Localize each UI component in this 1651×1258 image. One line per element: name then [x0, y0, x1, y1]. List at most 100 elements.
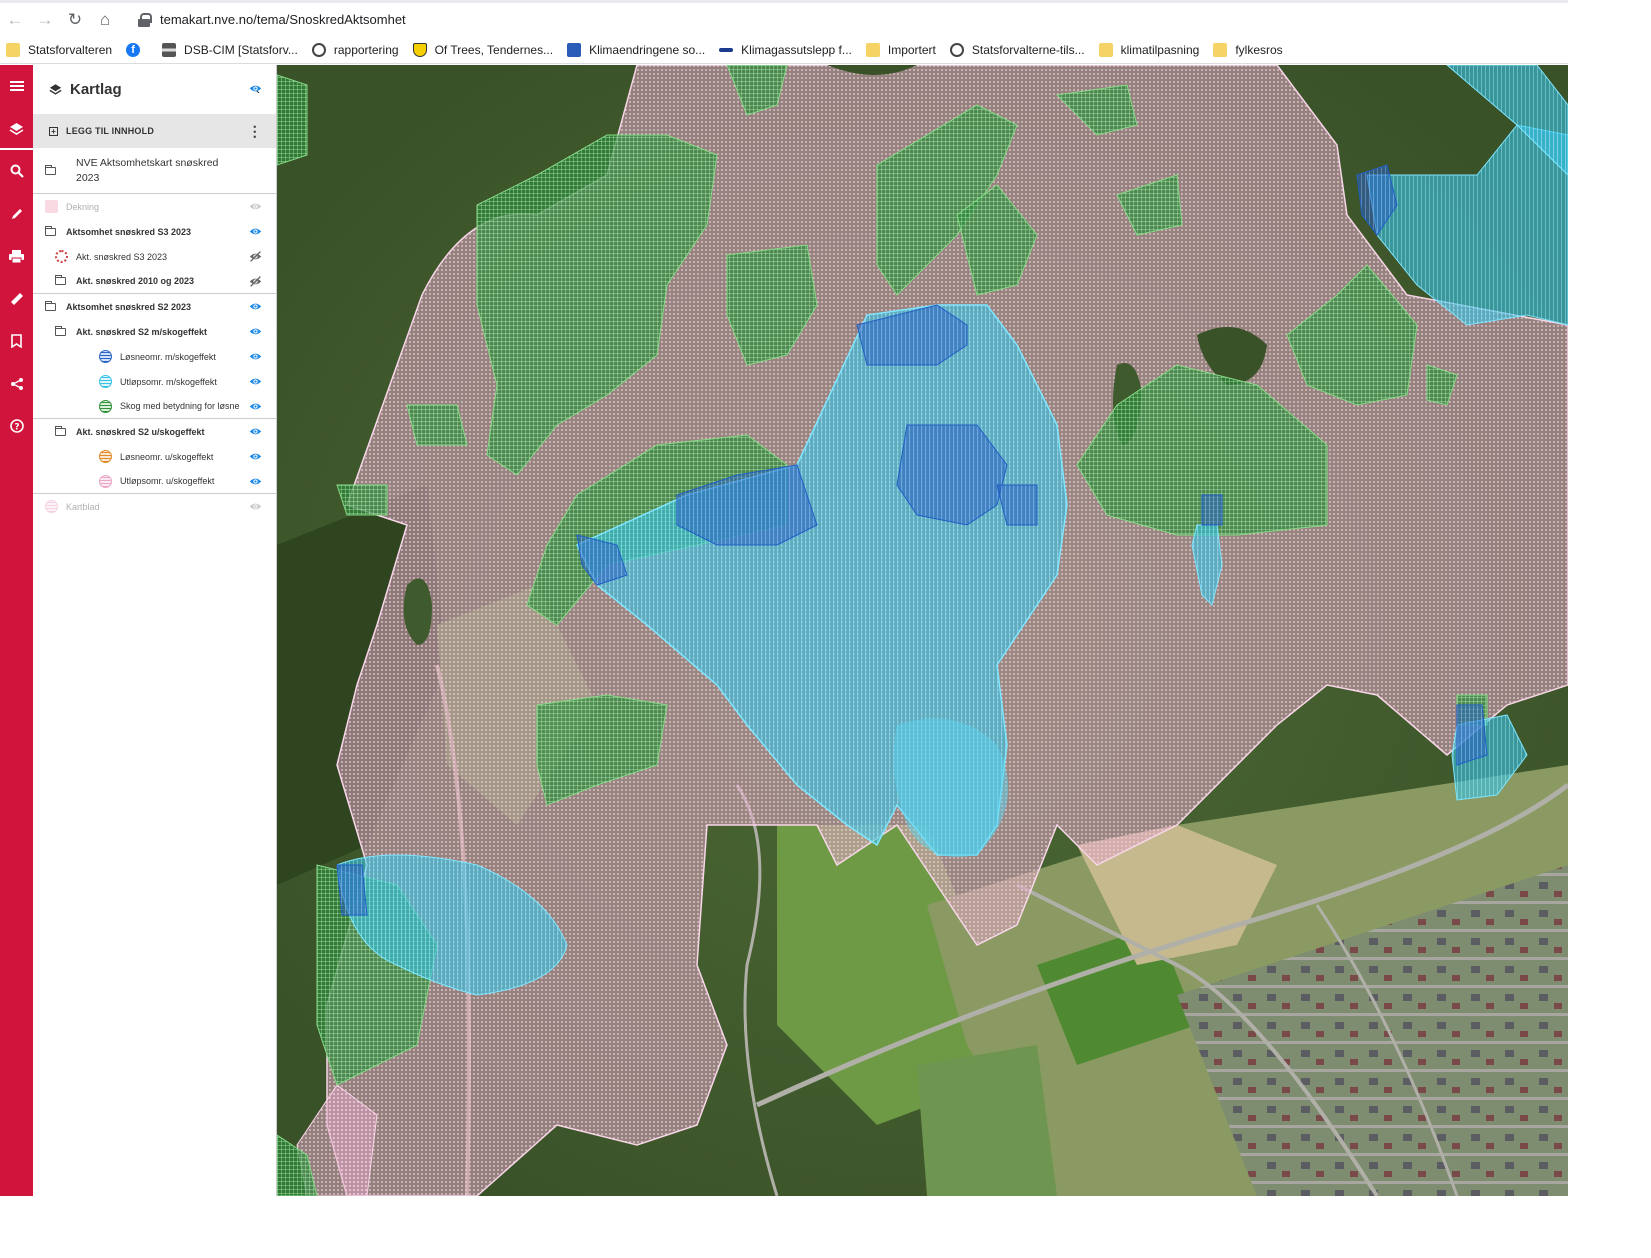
pink-square-icon [45, 200, 58, 213]
bookmark-icon[interactable] [0, 320, 33, 363]
eye-icon[interactable] [249, 200, 262, 213]
cyan-grid-icon [99, 375, 112, 388]
blue-grid-icon [99, 350, 112, 363]
reload-icon[interactable]: ↻ [60, 5, 90, 35]
layers-icon[interactable] [0, 108, 33, 151]
bookmark-label: Klimagassutslepp f... [741, 42, 852, 57]
bookmark-label: Of Trees, Tendernes... [434, 42, 554, 57]
bookmark-item[interactable]: Klimaendringene so... [567, 42, 706, 57]
address-bar[interactable]: temakart.nve.no/tema/SnoskredAktsomhet [138, 5, 1560, 34]
layer-item[interactable]: Dekning [33, 194, 276, 219]
dash-icon [719, 47, 734, 52]
nrk-icon [567, 42, 582, 57]
eye-icon[interactable] [249, 400, 262, 413]
layer-label: Aktsomhet snøskred S3 2023 [66, 226, 192, 237]
panel-title: Kartlag [70, 81, 122, 98]
tool-rail: ? [0, 65, 33, 1196]
lock-icon [138, 12, 152, 27]
map-view[interactable] [277, 65, 1568, 1196]
add-content-button[interactable]: + LEGG TIL INNHOLD ⋮ [33, 114, 276, 148]
menu-icon[interactable] [0, 65, 33, 108]
folder-icon [55, 275, 66, 285]
print-icon[interactable] [0, 235, 33, 278]
layer-item[interactable]: Utløpsomr. m/skogeffekt [33, 369, 276, 394]
layer-group-header[interactable]: NVE Aktsomhetskart snøskred 2023 [33, 85, 276, 194]
draw-icon[interactable] [0, 193, 33, 236]
layer-item[interactable]: Løsneomr. m/skogeffekt [33, 344, 276, 369]
folder-icon [6, 42, 20, 57]
folder-icon [1098, 42, 1113, 57]
orange-grid-icon [99, 450, 112, 463]
bookmark-item[interactable]: f [126, 42, 148, 57]
green-grid-icon [99, 399, 112, 413]
bookmark-label: Importert [887, 42, 936, 57]
bookmark-item[interactable]: Importert [865, 42, 936, 57]
url-text[interactable]: temakart.nve.no/tema/SnoskredAktsomhet [160, 12, 406, 27]
eye-icon[interactable] [249, 375, 262, 388]
layers-icon [49, 84, 62, 95]
folder-icon [55, 325, 66, 336]
search-icon[interactable] [0, 150, 33, 193]
layer-item[interactable]: Skog med betydning for løsne [33, 394, 276, 419]
layer-label: Akt. snøskred 2010 og 2023 [76, 276, 195, 286]
bookmark-item[interactable]: Statsforvalteren [6, 42, 113, 57]
bookmark-item[interactable]: Of Trees, Tendernes... [412, 42, 554, 57]
folder-icon [1213, 42, 1228, 57]
share-icon[interactable] [0, 363, 33, 406]
eye-icon[interactable] [249, 475, 262, 488]
folder-icon [865, 42, 880, 57]
bookmark-item[interactable]: fylkesros [1213, 42, 1283, 57]
folder-icon [55, 425, 66, 436]
measure-icon[interactable] [0, 278, 33, 321]
bookmark-label: Klimaendringene so... [589, 42, 706, 57]
more-options-icon[interactable]: ⋮ [248, 123, 262, 140]
layer-item[interactable]: Akt. snøskred S3 2023 [33, 244, 276, 269]
bookmark-item[interactable]: Statsforvalterne-tils... [949, 42, 1085, 57]
eye-icon[interactable] [249, 450, 262, 463]
eye-icon[interactable] [249, 82, 262, 95]
eye-icon[interactable] [249, 300, 262, 313]
layer-label: Aktsomhet snøskred S2 2023 [66, 301, 192, 312]
eye-icon[interactable] [249, 225, 262, 238]
layer-list: Dekning Aktsomhet snøskred S3 2023 Akt. sn… [33, 194, 276, 519]
bookmark-item[interactable]: rapportering [311, 42, 399, 57]
eye-icon[interactable] [249, 500, 262, 513]
home-icon[interactable]: ⌂ [90, 5, 120, 35]
bookmark-label: klimatilpasning [1120, 42, 1200, 57]
map-canvas[interactable] [277, 65, 1568, 1196]
layer-label: Dekning [66, 201, 100, 212]
panel-header: Kartlag ‹ [33, 65, 276, 114]
eye-off-icon[interactable] [249, 275, 262, 288]
layer-label: Akt. snøskred S2 u/skogeffekt [76, 426, 205, 437]
layer-item[interactable]: Aktsomhet snøskred S2 2023 [33, 294, 276, 319]
bookmark-item[interactable]: Klimagassutslepp f... [719, 43, 852, 57]
bookmark-item[interactable]: klimatilpasning [1098, 42, 1200, 57]
shield-icon [412, 42, 427, 57]
eye-icon[interactable] [249, 425, 262, 438]
layer-label: Utløpsomr. m/skogeffekt [120, 376, 217, 387]
help-icon[interactable]: ? [0, 405, 33, 448]
forward-icon[interactable]: → [30, 5, 60, 35]
bookmark-label: Statsforvalteren [28, 42, 113, 57]
add-content-label: LEGG TIL INNHOLD [66, 126, 155, 136]
layer-item[interactable]: Akt. snøskred 2010 og 2023 [33, 269, 276, 294]
layer-label: Akt. snøskred S3 2023 [76, 251, 168, 262]
back-icon[interactable]: ← [0, 5, 30, 35]
layer-panel: Kartlag ‹ + LEGG TIL INNHOLD ⋮ NVE Aktso… [33, 65, 277, 1196]
layer-item[interactable]: Aktsomhet snøskred S3 2023 [33, 219, 276, 244]
layer-item[interactable]: Utløpsomr. u/skogeffekt [33, 469, 276, 494]
pink-grid-icon [45, 500, 58, 513]
layer-item[interactable]: Kartblad [33, 494, 276, 519]
dsb-icon [162, 42, 177, 57]
eye-off-icon[interactable] [249, 250, 262, 263]
bookmarks-bar: Statsforvalteren f DSB-CIM [Statsforv... ra… [0, 36, 1568, 64]
layer-item[interactable]: Akt. snøskred S2 m/skogeffekt [33, 319, 276, 344]
bookmark-item[interactable]: DSB-CIM [Statsforv... [162, 42, 298, 57]
eye-icon[interactable] [249, 325, 262, 338]
eye-icon[interactable] [249, 350, 262, 363]
bookmark-label: Statsforvalterne-tils... [971, 42, 1085, 57]
layer-item[interactable]: Akt. snøskred S2 u/skogeffekt [33, 419, 276, 444]
folder-icon [45, 225, 56, 236]
layer-item[interactable]: Løsneomr. u/skogeffekt [33, 444, 276, 469]
layer-label: Akt. snøskred S2 m/skogeffekt [76, 326, 208, 337]
